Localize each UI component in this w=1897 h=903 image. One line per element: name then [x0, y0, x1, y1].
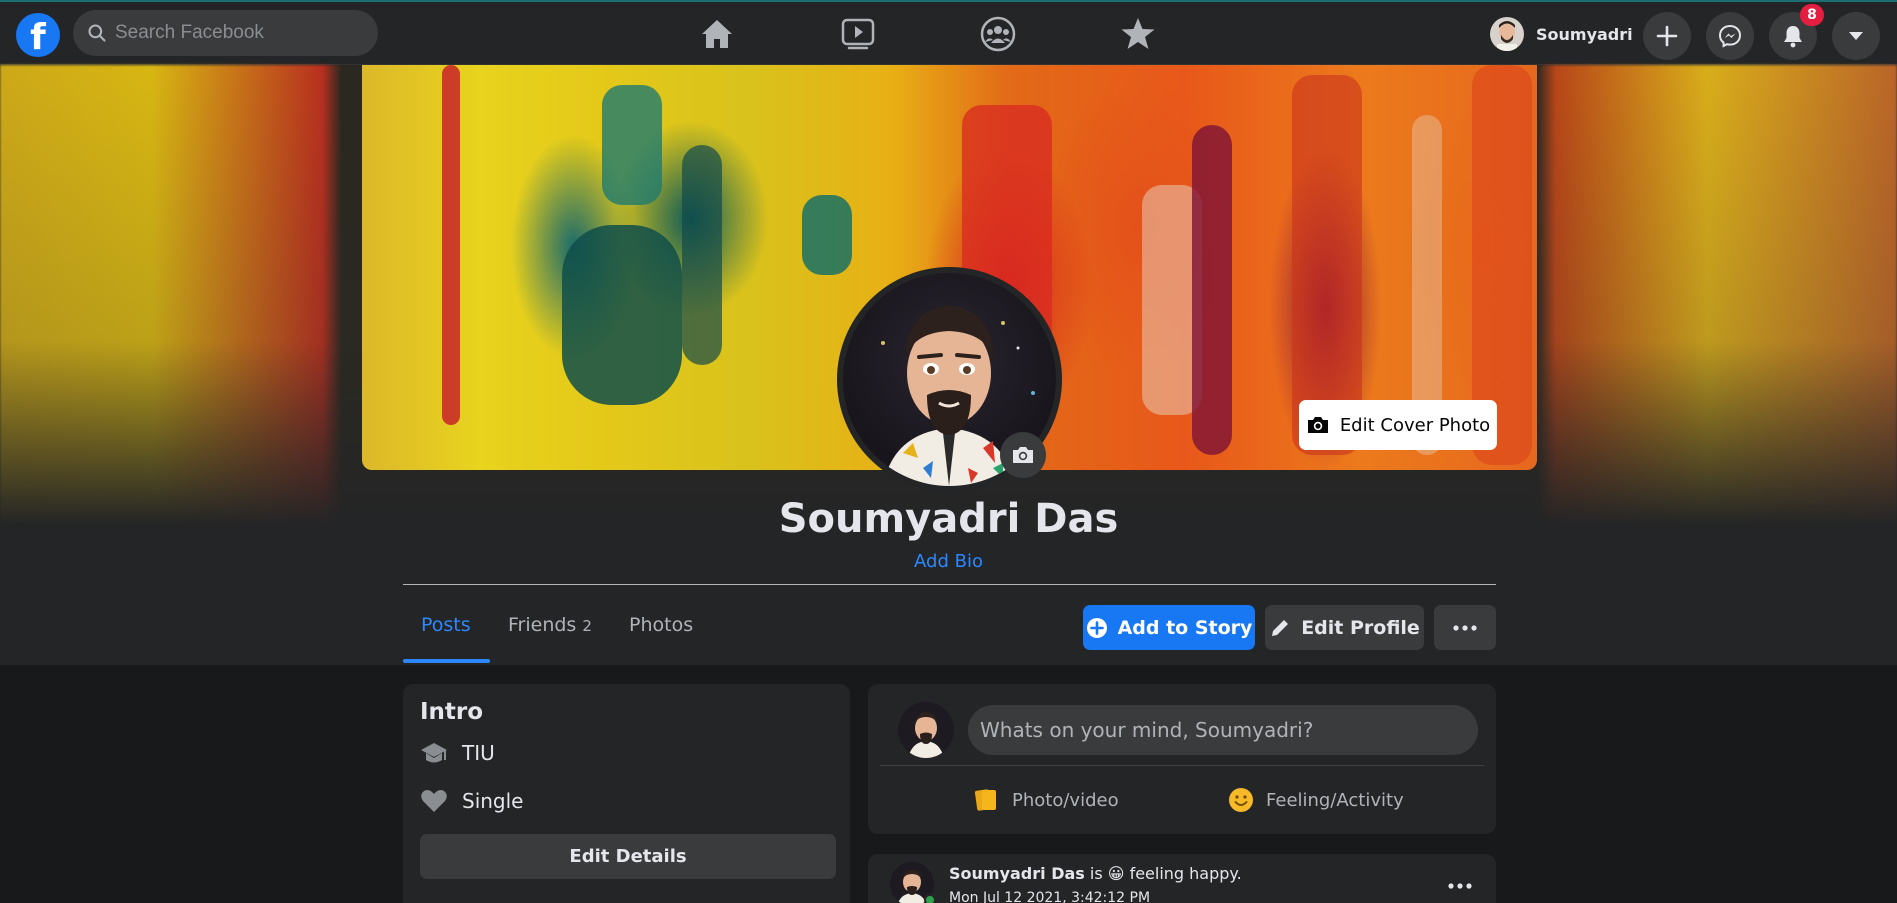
messenger-button[interactable] — [1706, 12, 1754, 60]
active-tab-indicator — [403, 659, 490, 663]
edit-profile-label: Edit Profile — [1301, 616, 1420, 639]
add-bio-link[interactable]: Add Bio — [0, 551, 1897, 572]
photo-album-icon — [974, 789, 996, 811]
composer-divider — [880, 765, 1484, 766]
post-is-text: is — [1089, 864, 1103, 883]
search-bar[interactable] — [73, 10, 378, 56]
feeling-activity-button[interactable]: Feeling/Activity — [1228, 780, 1404, 820]
messenger-icon — [1718, 24, 1742, 48]
post-author[interactable]: Soumyadri Das — [949, 864, 1085, 883]
edit-profile-button[interactable]: Edit Profile — [1265, 605, 1424, 650]
online-status-dot — [924, 894, 936, 903]
photo-video-label: Photo/video — [1012, 789, 1119, 811]
feeling-activity-label: Feeling/Activity — [1266, 789, 1404, 811]
star-favorites-icon[interactable] — [1116, 12, 1160, 56]
friends-count: 2 — [582, 617, 592, 635]
post-timestamp[interactable]: Mon Jul 12 2021, 3:42:12 PM — [949, 890, 1150, 903]
feeling-emoji: 😀 — [1107, 864, 1125, 883]
pencil-icon — [1272, 619, 1289, 636]
relationship-row: Single — [420, 788, 523, 814]
top-navigation: f Soumyadri 8 — [0, 0, 1897, 65]
add-to-story-button[interactable]: Add to Story — [1083, 605, 1255, 650]
create-button[interactable] — [1643, 12, 1691, 60]
post-feeling-text: feeling happy. — [1129, 864, 1242, 883]
edit-cover-label: Edit Cover Photo — [1339, 414, 1491, 436]
notification-badge: 8 — [1800, 4, 1824, 26]
composer-input[interactable]: Whats on your mind, Soumyadri? — [968, 705, 1478, 755]
bell-icon — [1784, 26, 1802, 48]
relationship-value: Single — [462, 789, 524, 813]
home-icon[interactable] — [695, 12, 739, 56]
intro-title: Intro — [420, 699, 484, 725]
avatar — [898, 702, 954, 758]
nav-user-name: Soumyadri — [1536, 24, 1633, 44]
tab-posts[interactable]: Posts — [421, 614, 471, 636]
caret-down-icon — [1849, 32, 1863, 40]
camera-icon — [1013, 447, 1033, 463]
more-dots-icon — [1448, 883, 1472, 889]
heart-icon — [421, 790, 447, 812]
account-menu-button[interactable] — [1832, 12, 1880, 60]
post-options-button[interactable] — [1448, 874, 1472, 893]
profile-shortcut[interactable]: Soumyadri — [1490, 14, 1633, 54]
profile-name: Soumyadri Das — [778, 496, 1119, 542]
tab-photos[interactable]: Photos — [629, 614, 693, 636]
edit-details-button[interactable]: Edit Details — [420, 834, 836, 879]
edit-cover-photo-button[interactable]: Edit Cover Photo — [1299, 400, 1497, 450]
post-card: Soumyadri Das is 😀 feeling happy. Mon Ju… — [868, 854, 1496, 903]
avatar — [1490, 17, 1524, 51]
plus-circle-icon — [1086, 617, 1107, 638]
update-profile-picture-button[interactable] — [1000, 432, 1046, 478]
add-to-story-label: Add to Story — [1117, 616, 1253, 639]
education-row: TIU — [420, 740, 495, 766]
graduation-cap-icon — [421, 743, 447, 763]
intro-card: Intro TIU Single Edit Details — [403, 684, 850, 903]
post-composer: Whats on your mind, Soumyadri? Photo/vid… — [868, 684, 1496, 834]
smiley-icon — [1229, 788, 1253, 812]
more-options-button[interactable] — [1434, 605, 1496, 650]
tab-friends-label: Friends — [508, 614, 577, 636]
education-value: TIU — [462, 741, 495, 765]
post-header: Soumyadri Das is 😀 feeling happy. — [949, 864, 1242, 883]
watch-video-icon[interactable] — [836, 12, 880, 56]
header-divider — [403, 584, 1496, 585]
search-input[interactable] — [115, 22, 355, 44]
tab-friends[interactable]: Friends 2 — [508, 614, 592, 636]
groups-icon[interactable] — [976, 12, 1020, 56]
camera-icon — [1307, 417, 1328, 433]
plus-icon — [1656, 25, 1678, 47]
more-dots-icon — [1453, 624, 1477, 631]
photo-video-button[interactable]: Photo/video — [974, 780, 1119, 820]
search-icon — [88, 24, 106, 42]
facebook-logo-icon[interactable]: f — [16, 13, 60, 57]
